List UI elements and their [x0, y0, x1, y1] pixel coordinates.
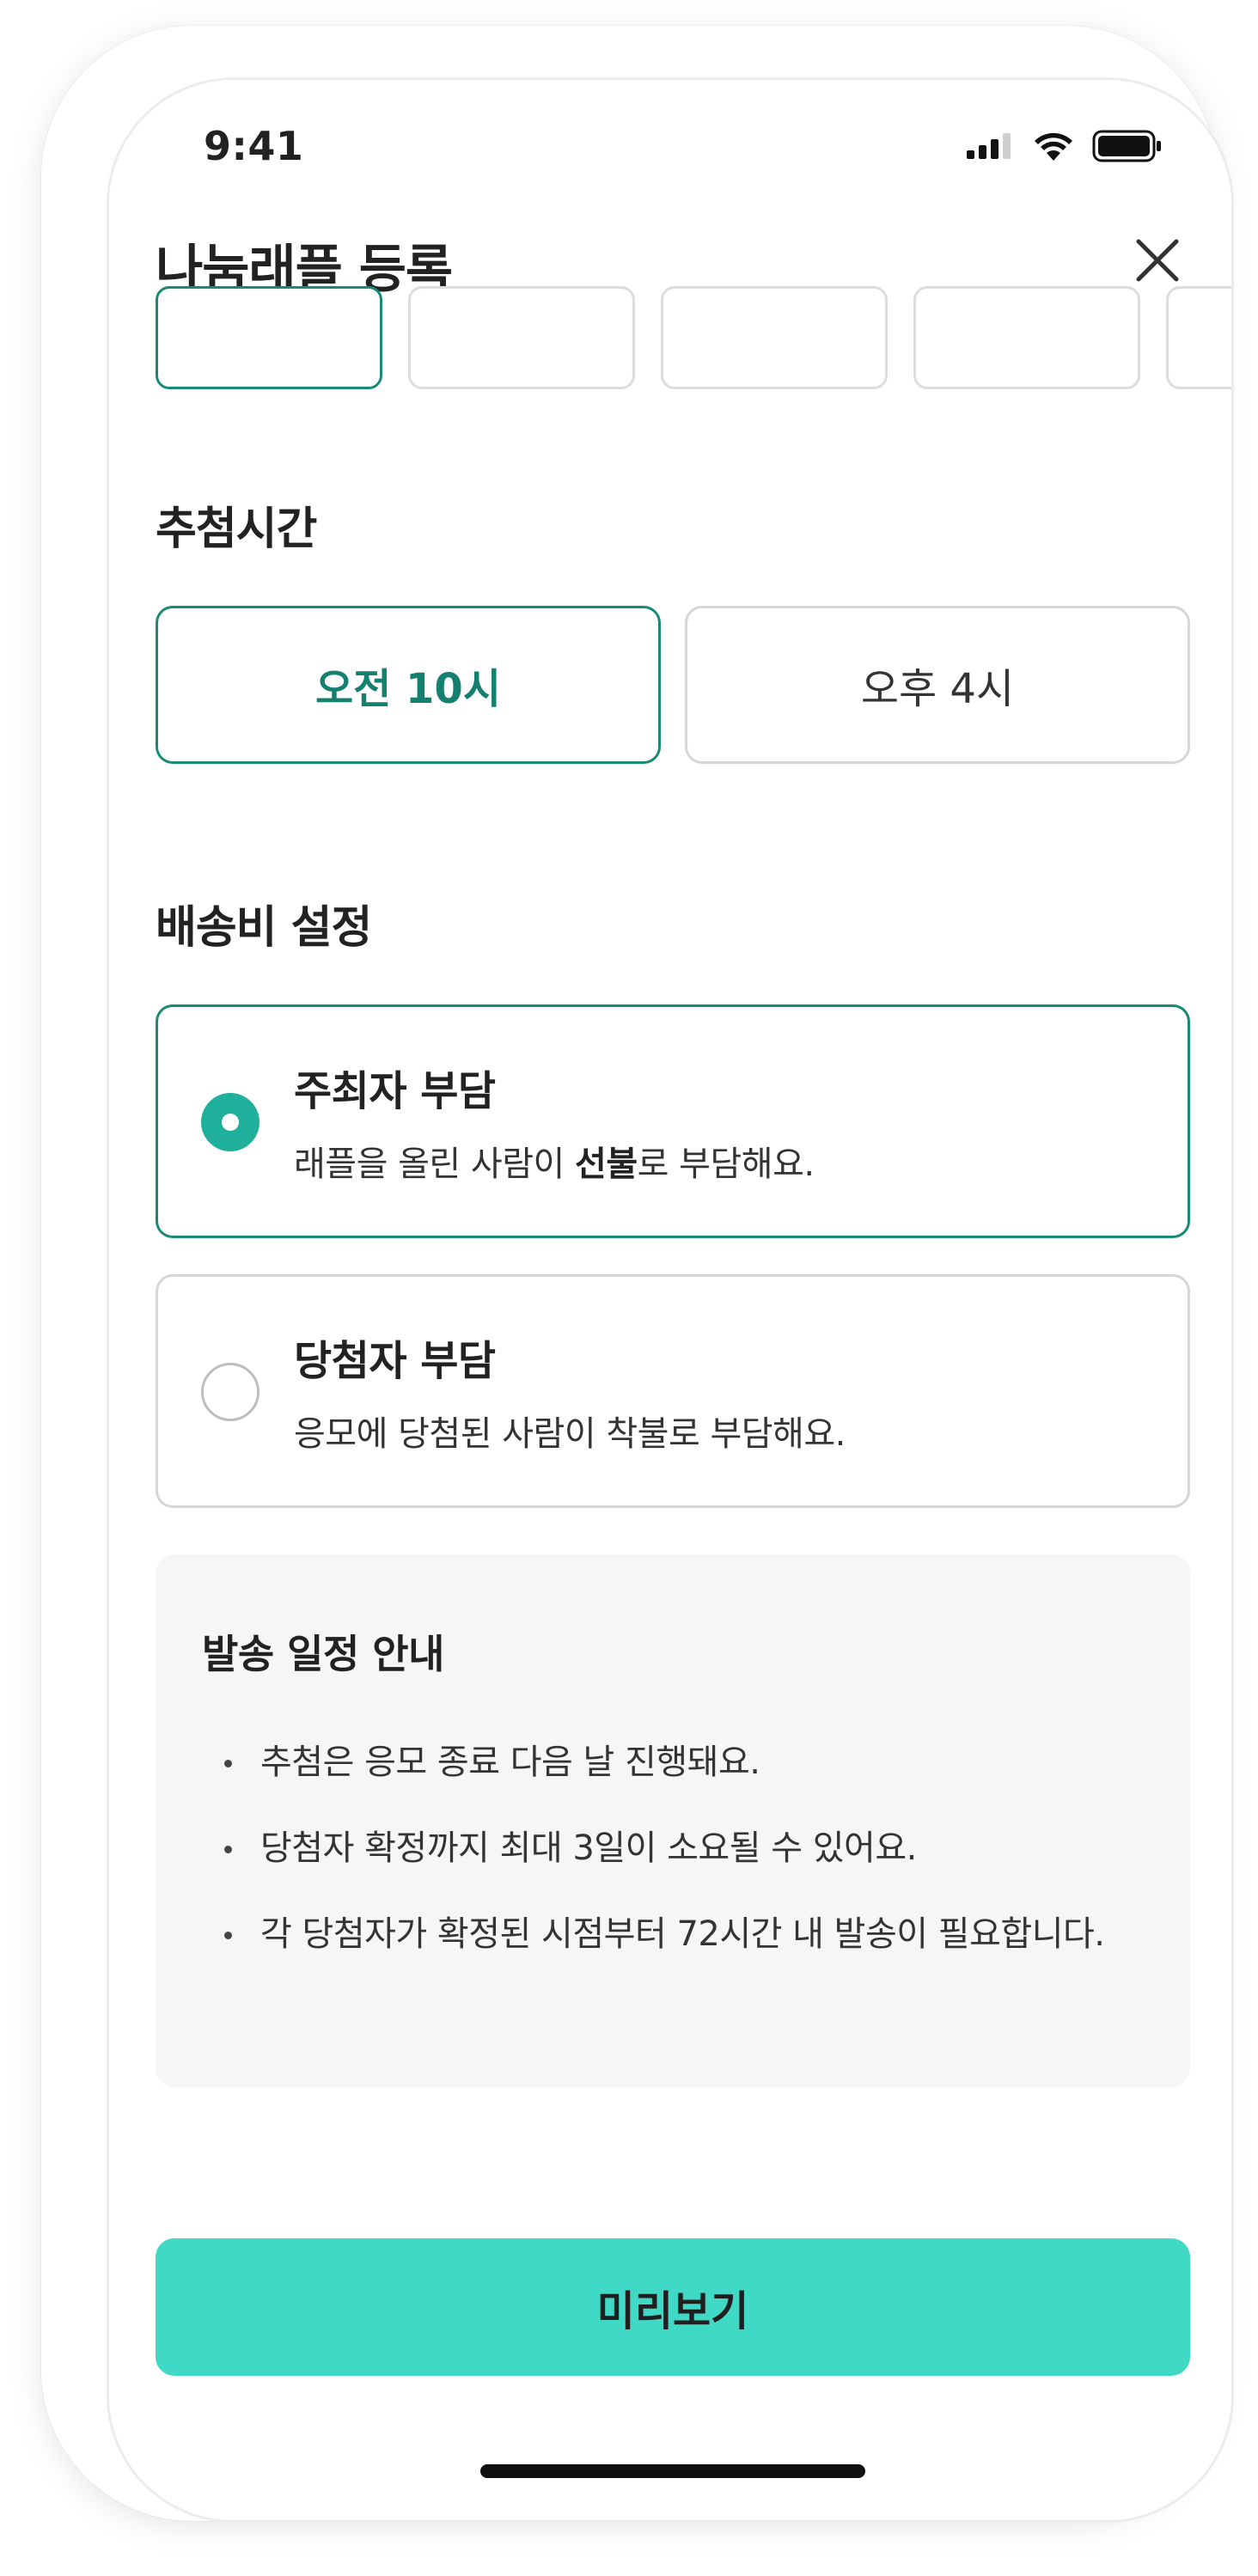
- option-title: 당첨자 부담: [294, 1337, 496, 1385]
- chip[interactable]: [913, 286, 1140, 389]
- chip[interactable]: [1166, 286, 1231, 389]
- status-time: 9:41: [204, 123, 304, 169]
- phone-frame: 9:41 나눔래플 등록 추첨시간 오전 10시 오후 4시 배송비 설정 주최…: [41, 26, 1234, 2523]
- option-title: 주최자 부담: [294, 1067, 496, 1115]
- draw-time-title: 추첨시간: [156, 504, 317, 555]
- option-description: 래플을 올린 사람이 선불로 부담해요.: [294, 1145, 815, 1184]
- battery-icon: [1092, 130, 1161, 162]
- cellular-signal-icon: [967, 133, 1011, 159]
- info-item: 추첨은 응모 종료 다음 날 진행돼요.: [202, 1731, 1147, 1793]
- shipping-schedule-info: 발송 일정 안내 추첨은 응모 종료 다음 날 진행돼요. 당첨자 확정까지 최…: [156, 1554, 1190, 2087]
- option-description-emphasis: 선불: [575, 1145, 638, 1184]
- shipping-title: 배송비 설정: [156, 902, 372, 954]
- time-option-am10[interactable]: 오전 10시: [156, 606, 661, 764]
- preview-button[interactable]: 미리보기: [156, 2238, 1190, 2376]
- status-icons: [967, 130, 1163, 162]
- info-title: 발송 일정 안내: [202, 1631, 444, 1677]
- shipping-option-host[interactable]: 주최자 부담 래플을 올린 사람이 선불로 부담해요.: [156, 1004, 1190, 1238]
- app-screen: 9:41 나눔래플 등록 추첨시간 오전 10시 오후 4시 배송비 설정 주최…: [107, 77, 1234, 2523]
- close-icon: [1136, 239, 1179, 282]
- radio-checked[interactable]: [201, 1093, 260, 1151]
- shipping-option-winner[interactable]: 당첨자 부담 응모에 당첨된 사람이 착불로 부담해요.: [156, 1274, 1190, 1508]
- close-button[interactable]: [1130, 233, 1185, 288]
- radio-unchecked[interactable]: [201, 1363, 260, 1421]
- home-indicator: [480, 2464, 865, 2478]
- info-item: 당첨자 확정까지 최대 3일이 소요될 수 있어요.: [202, 1817, 1147, 1879]
- chip[interactable]: [156, 286, 382, 389]
- chip[interactable]: [408, 286, 635, 389]
- chip-row-partial: [156, 286, 1231, 389]
- wifi-icon: [1035, 132, 1072, 161]
- option-description: 응모에 당첨된 사람이 착불로 부담해요.: [294, 1414, 846, 1454]
- info-list: 추첨은 응모 종료 다음 날 진행돼요. 당첨자 확정까지 최대 3일이 소요될…: [202, 1731, 1147, 1989]
- info-item: 각 당첨자가 확정된 시점부터 72시간 내 발송이 필요합니다.: [202, 1903, 1147, 1965]
- chip[interactable]: [661, 286, 888, 389]
- time-option-pm4[interactable]: 오후 4시: [685, 606, 1190, 764]
